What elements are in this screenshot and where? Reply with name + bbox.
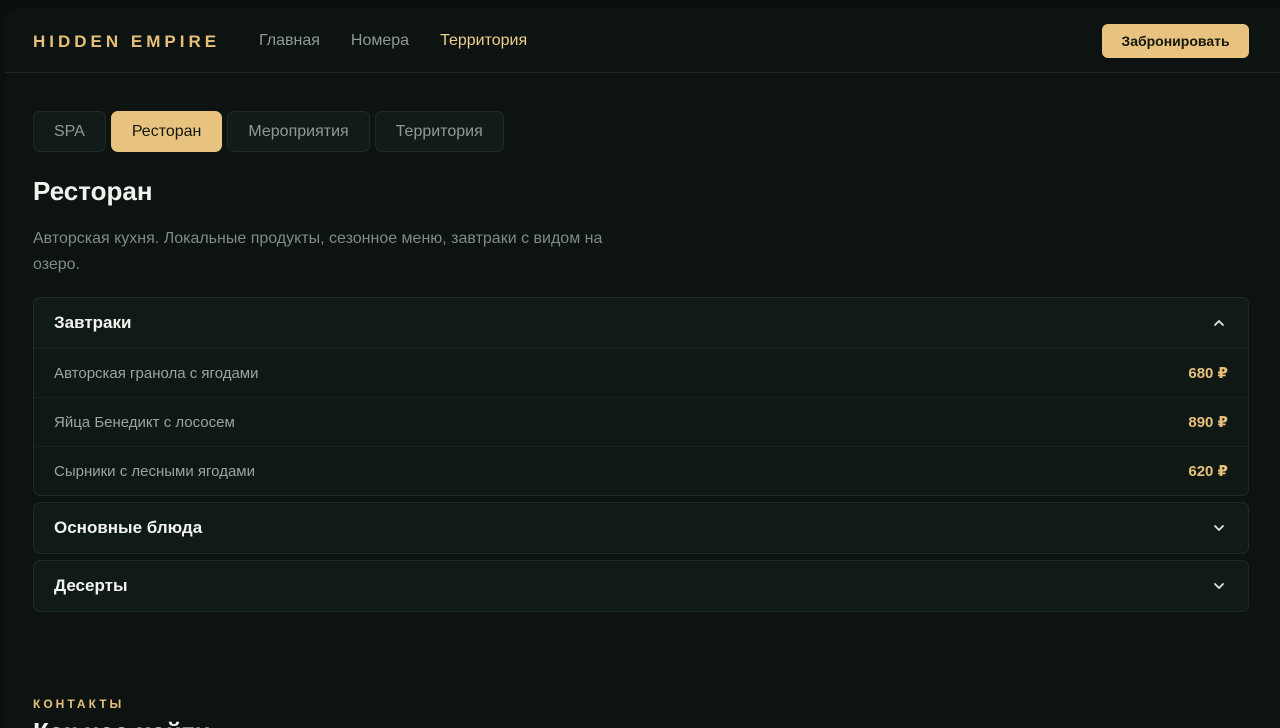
contacts-label: КОНТАКТЫ [33,697,125,711]
nav-link-home[interactable]: Главная [259,32,320,50]
menu-item-price: 620 ₽ [1188,463,1228,480]
accordion-title: Десерты [54,576,128,595]
menu-item-price: 680 ₽ [1188,365,1228,382]
tab-spa[interactable]: SPA [33,111,106,152]
top-navigation-bar: HIDDEN EMPIRE Главная Номера Территория … [5,8,1280,73]
category-tabs: SPA Ресторан Мероприятия Территория [33,111,504,152]
app-window: HIDDEN EMPIRE Главная Номера Территория … [5,8,1280,728]
tab-restaurant[interactable]: Ресторан [110,111,223,152]
menu-item: Яйца Бенедикт с лососем 890 ₽ [34,397,1248,446]
tab-territory[interactable]: Территория [374,111,504,152]
menu-section-desserts: Десерты [33,560,1249,612]
tab-events[interactable]: Мероприятия [227,111,370,152]
menu-section-main-courses: Основные блюда [33,502,1249,554]
section-description: Авторская кухня. Локальные продукты, сез… [33,230,603,273]
menu-item: Сырники с лесными ягодами 620 ₽ [34,446,1248,495]
page-title: Ресторан [33,176,153,206]
accordion-title: Завтраки [54,313,132,332]
brand-logo[interactable]: HIDDEN EMPIRE [33,32,220,52]
accordion-header-breakfast[interactable]: Завтраки [34,298,1248,348]
nav-link-rooms[interactable]: Номера [351,32,409,50]
chevron-down-icon[interactable] [1212,521,1226,535]
menu-item: Авторская гранола с ягодами 680 ₽ [34,348,1248,397]
menu-item-name: Сырники с лесными ягодами [54,462,255,480]
book-button[interactable]: Забронировать [1102,24,1249,58]
contacts-section: КОНТАКТЫ Как нас найти [5,648,1280,728]
menu-item-name: Яйца Бенедикт с лососем [54,413,235,431]
accordion-header-main-courses[interactable]: Основные блюда [34,503,1248,553]
accordion-header-desserts[interactable]: Десерты [34,561,1248,611]
nav-link-territory[interactable]: Территория [440,32,527,50]
accordion-title: Основные блюда [54,518,203,537]
chevron-up-icon[interactable] [1212,316,1226,330]
menu-section-breakfast: Завтраки Авторская гранола с ягодами 680… [33,297,1249,496]
menu-item-name: Авторская гранола с ягодами [54,364,259,382]
main-nav: Главная Номера Территория [259,32,527,50]
contacts-title: Как нас найти [33,717,211,728]
menu-item-price: 890 ₽ [1188,414,1228,431]
chevron-down-icon[interactable] [1212,579,1226,593]
